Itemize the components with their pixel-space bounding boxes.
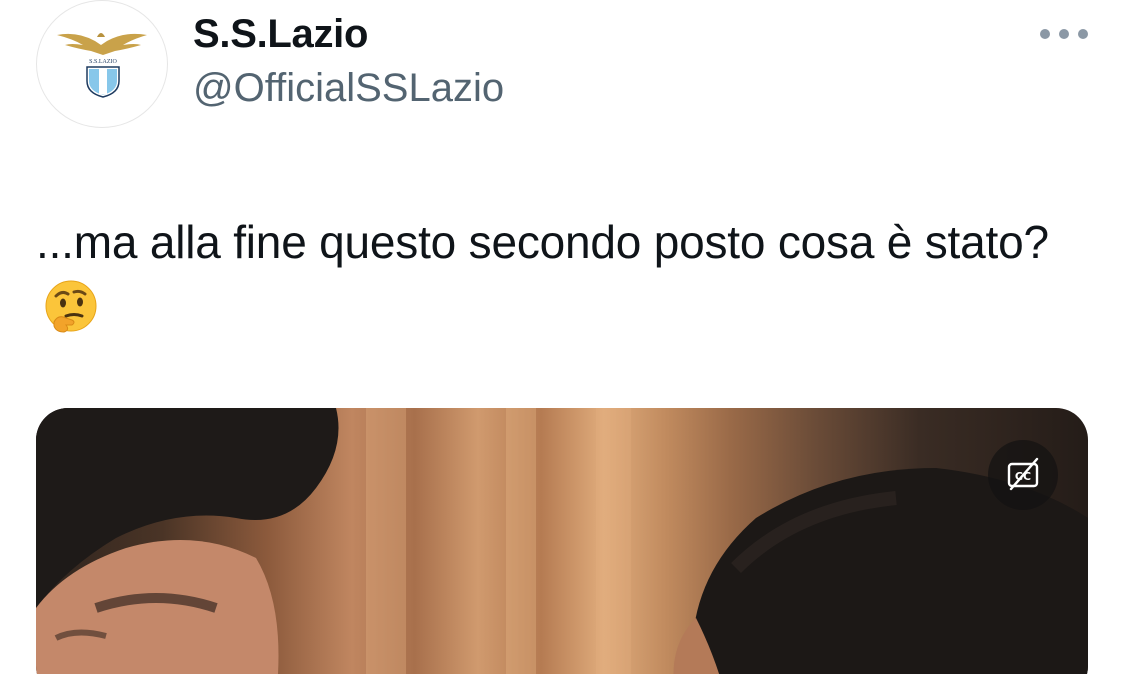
more-horizontal-icon — [1040, 29, 1050, 39]
more-options-button[interactable] — [1040, 24, 1088, 44]
tweet-body: ...ma alla fine questo secondo posto cos… — [36, 216, 1049, 268]
video-frame — [36, 408, 1088, 674]
svg-text:S.S.LAZIO: S.S.LAZIO — [89, 59, 117, 65]
captions-toggle-button[interactable]: CC — [988, 440, 1058, 510]
video-thumbnail[interactable] — [36, 408, 1088, 674]
tweet-text: ...ma alla fine questo secondo posto cos… — [36, 208, 1076, 354]
tweet-card: S.S.LAZIO S.S.Lazio @OfficialSSLazio ...… — [0, 0, 1125, 674]
display-name[interactable]: S.S.Lazio — [193, 12, 368, 57]
captions-off-icon: CC — [1007, 457, 1039, 491]
avatar[interactable]: S.S.LAZIO — [36, 0, 168, 128]
thinking-face-icon — [42, 278, 100, 354]
eagle-crest-icon: S.S.LAZIO — [57, 33, 147, 98]
user-handle[interactable]: @OfficialSSLazio — [193, 66, 504, 111]
